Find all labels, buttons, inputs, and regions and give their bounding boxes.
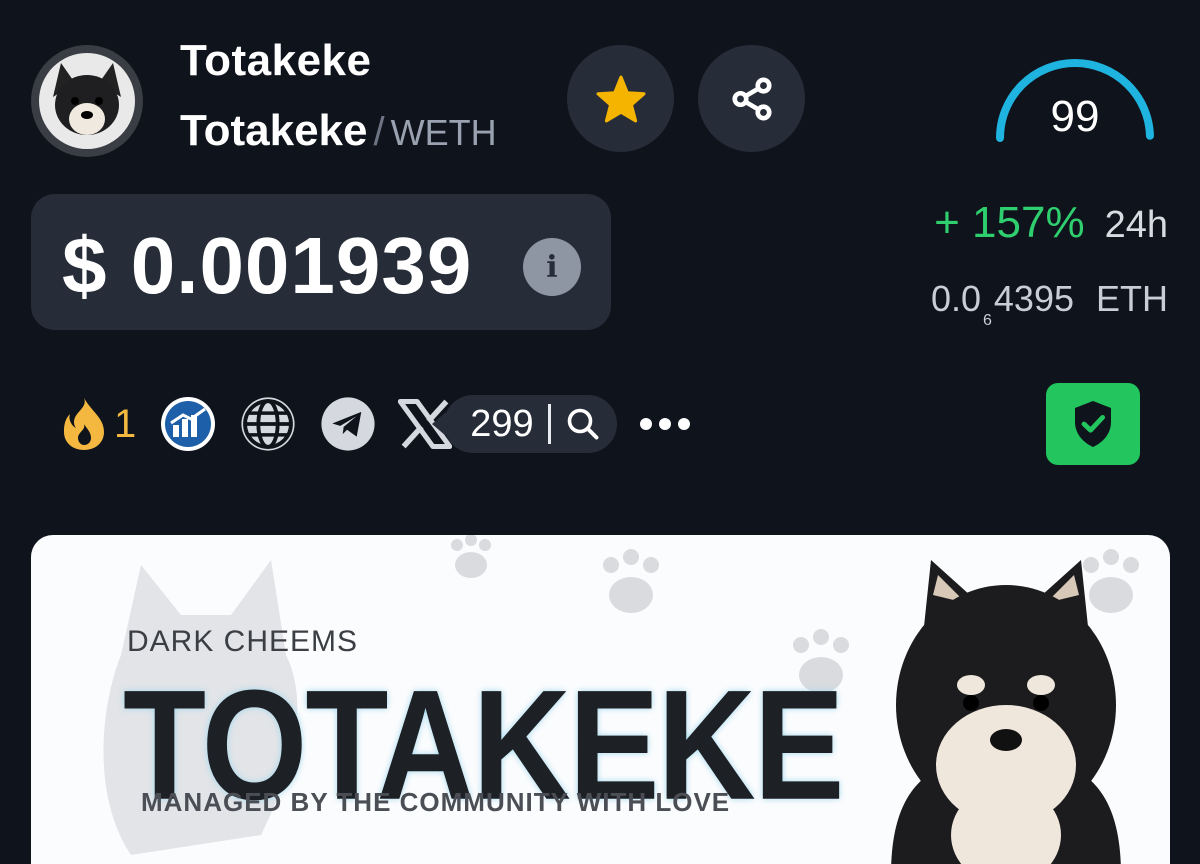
price-change: + 157% 24h: [934, 198, 1168, 248]
eth-price-tail: 4395: [993, 278, 1074, 319]
pair-base: Totakeke: [180, 106, 368, 155]
x-mention-count: 299: [470, 402, 534, 445]
usd-price: $ 0.001939: [62, 221, 473, 310]
telegram-link[interactable]: [318, 394, 378, 454]
info-icon[interactable]: i: [523, 238, 581, 296]
telegram-icon: [321, 397, 375, 451]
pill-divider: [547, 404, 551, 444]
eth-unit: ETH: [1096, 278, 1168, 319]
dog-avatar-image: [31, 45, 143, 157]
globe-icon: [241, 397, 295, 451]
fire-icon[interactable]: [58, 394, 110, 454]
chart-link[interactable]: [158, 394, 218, 454]
shield-check-icon: [1075, 401, 1111, 447]
favorite-button[interactable]: [567, 45, 674, 152]
banner-kicker: DARK CHEEMS: [127, 625, 359, 658]
pair-quote: WETH: [390, 112, 497, 153]
score-value: 99: [1050, 92, 1100, 141]
links-row: 1 299: [58, 393, 713, 455]
website-link[interactable]: [238, 394, 298, 454]
pair-label: Totakeke / WETH: [180, 106, 497, 156]
token-avatar: [31, 45, 143, 157]
token-banner: DARK CHEEMS TOTAKEKE MANAGED BY THE COMM…: [31, 535, 1170, 864]
share-button[interactable]: [698, 45, 805, 152]
eth-price-lead: 0.0: [930, 278, 981, 319]
more-button[interactable]: [637, 394, 693, 454]
chart-icon: [161, 397, 216, 451]
x-mentions-pill[interactable]: 299: [432, 395, 617, 453]
change-period: 24h: [1104, 204, 1168, 246]
x-link-group[interactable]: 299: [398, 395, 617, 453]
shiba-dog-illustration: [891, 560, 1121, 864]
token-name: Totakeke: [180, 36, 372, 85]
change-percent: + 157%: [934, 198, 1085, 247]
eth-price-zero-count: 6: [983, 312, 992, 329]
eth-price: 0.0 6 4395 ETH: [930, 278, 1168, 329]
share-icon: [731, 77, 772, 120]
fire-icon-glyph: [64, 398, 104, 450]
audit-button[interactable]: [1046, 383, 1140, 465]
pair-separator: /: [373, 110, 385, 154]
banner-tagline: MANAGED BY THE COMMUNITY WITH LOVE: [141, 787, 731, 817]
search-icon[interactable]: [565, 406, 601, 442]
fire-count: 1: [114, 401, 137, 446]
star-icon: [596, 75, 645, 122]
more-icon: [639, 418, 690, 430]
